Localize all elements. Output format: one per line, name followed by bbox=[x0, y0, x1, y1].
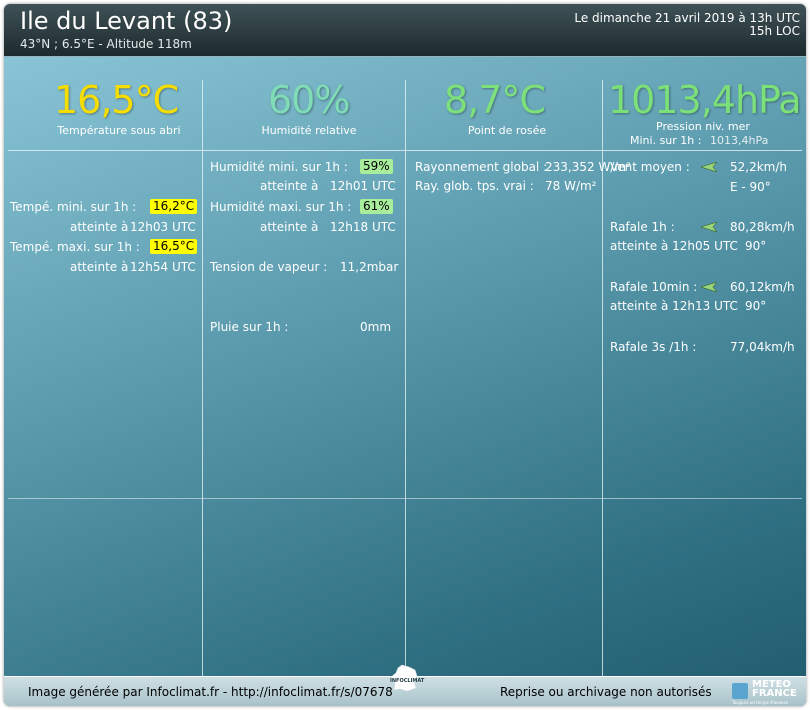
gust-1h-direction: 90° bbox=[745, 239, 767, 253]
dewpoint-value: 8,7°C bbox=[444, 78, 546, 122]
humidity-min-value: 59% bbox=[360, 159, 393, 174]
observation-date: Le dimanche 21 avril 2019 à 13h UTC bbox=[574, 11, 800, 25]
meteo-france-tagline: Toujours un temps d'avance bbox=[732, 700, 789, 705]
temp-min-time-label: atteinte à bbox=[70, 220, 129, 234]
humidity-max-time-label: atteinte à bbox=[260, 220, 319, 234]
local-time: 15h LOC bbox=[749, 24, 800, 38]
gust-3s-label: Rafale 3s /1h : bbox=[610, 340, 697, 354]
wind-arrow-icon bbox=[701, 222, 717, 232]
rain-value: 0mm bbox=[360, 320, 392, 334]
humidity-min-label: Humidité mini. sur 1h : bbox=[210, 160, 348, 174]
gust-1h-value: 80,28km/h bbox=[730, 220, 795, 234]
dewpoint-caption: Point de rosée bbox=[467, 124, 547, 137]
station-coords: 43°N ; 6.5°E - Altitude 118m bbox=[20, 37, 192, 51]
gust-10min-label: Rafale 10min : bbox=[610, 280, 698, 294]
meteo-france-logo: METEO FRANCE Toujours un temps d'avance bbox=[732, 679, 802, 705]
humidity-value: 60% bbox=[268, 78, 350, 122]
grid-divider bbox=[202, 80, 203, 676]
gust-1h-label: Rafale 1h : bbox=[610, 220, 675, 234]
gust-10min-value: 60,12km/h bbox=[730, 280, 795, 294]
temp-max-time-label: atteinte à bbox=[70, 260, 129, 274]
weather-panel: Ile du Levant (83) 43°N ; 6.5°E - Altitu… bbox=[4, 4, 806, 706]
vapor-pressure-label: Tension de vapeur : bbox=[210, 260, 328, 274]
header-bar: Ile du Levant (83) 43°N ; 6.5°E - Altitu… bbox=[4, 4, 806, 57]
infoclimat-logo-text: INFOCLIMAT bbox=[390, 678, 425, 684]
gust-1h-time: atteinte à 12h05 UTC bbox=[610, 239, 738, 253]
wind-mean-label: Vent moyen : bbox=[610, 160, 690, 174]
temp-max-label: Tempé. maxi. sur 1h : bbox=[10, 240, 140, 254]
humidity-max-label: Humidité maxi. sur 1h : bbox=[210, 200, 352, 214]
pressure-min-value: 1013,4hPa bbox=[710, 134, 769, 147]
wind-arrow-icon bbox=[701, 282, 717, 292]
gust-3s-value: 77,04km/h bbox=[730, 340, 795, 354]
temp-min-value: 16,2°C bbox=[150, 199, 198, 214]
vapor-pressure-value: 11,2mbar bbox=[340, 260, 399, 274]
wind-arrow-icon bbox=[701, 162, 717, 172]
grid-divider bbox=[8, 498, 802, 499]
temp-max-time: 12h54 UTC bbox=[130, 260, 196, 274]
humidity-min-time: 12h01 UTC bbox=[330, 179, 396, 193]
pressure-caption: Pression niv. mer bbox=[656, 120, 750, 133]
footer-rights: Reprise ou archivage non autorisés bbox=[500, 685, 712, 699]
temperature-caption: Température sous abri bbox=[57, 124, 181, 137]
temp-max-value: 16,5°C bbox=[150, 239, 198, 254]
temperature-value: 16,5°C bbox=[54, 78, 179, 122]
humidity-min-time-label: atteinte à bbox=[260, 179, 319, 193]
humidity-caption: Humidité relative bbox=[261, 124, 357, 137]
gust-10min-direction: 90° bbox=[745, 299, 767, 313]
footer-credit: Image générée par Infoclimat.fr - http:/… bbox=[28, 685, 393, 699]
true-radiation-value: 78 W/m² bbox=[545, 179, 597, 193]
true-radiation-label: Ray. glob. tps. vrai : bbox=[415, 179, 534, 193]
gust-10min-time: atteinte à 12h13 UTC bbox=[610, 299, 738, 313]
meteo-france-wordmark: METEO FRANCE bbox=[752, 679, 797, 699]
rain-label: Pluie sur 1h : bbox=[210, 320, 289, 334]
wind-mean-value: 52,2km/h bbox=[730, 160, 788, 174]
temp-min-label: Tempé. mini. sur 1h : bbox=[10, 200, 137, 214]
grid-divider bbox=[8, 150, 802, 151]
meteo-france-icon bbox=[732, 683, 748, 699]
grid-divider bbox=[405, 80, 406, 676]
global-radiation-label: Rayonnement global : bbox=[415, 160, 548, 174]
pressure-min-label: Mini. sur 1h : bbox=[630, 134, 702, 147]
humidity-max-time: 12h18 UTC bbox=[330, 220, 396, 234]
wind-mean-direction: E - 90° bbox=[730, 180, 771, 194]
pressure-value: 1013,4hPa bbox=[608, 78, 802, 122]
temp-min-time: 12h03 UTC bbox=[130, 220, 196, 234]
station-name: Ile du Levant (83) bbox=[20, 7, 233, 35]
humidity-max-value: 61% bbox=[360, 199, 393, 214]
